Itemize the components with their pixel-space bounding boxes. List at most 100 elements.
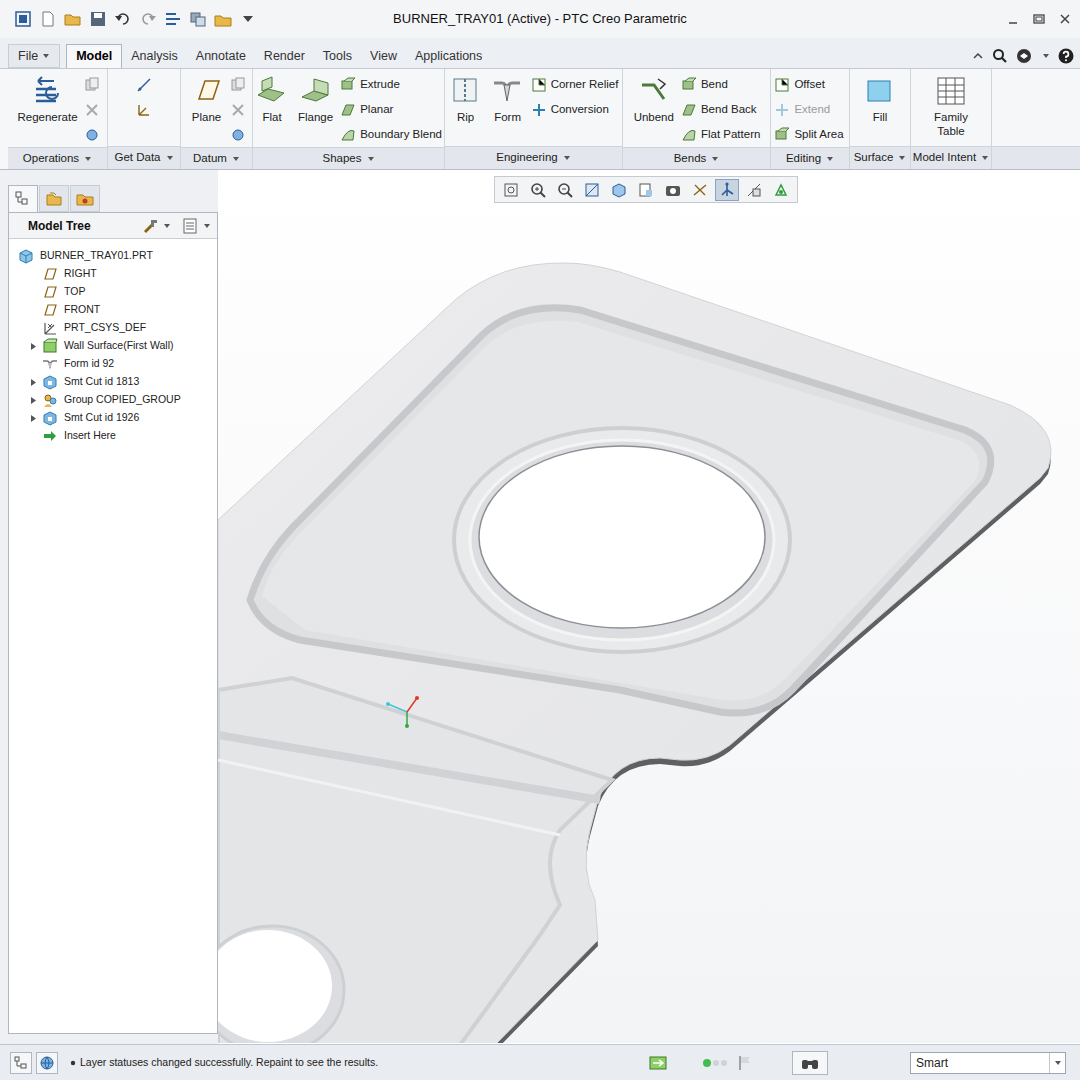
ribbon-group-label[interactable]: Get Data — [108, 146, 180, 169]
ribbon-small-button[interactable]: Flat Pattern — [681, 123, 762, 147]
ribbon-tab[interactable]: Analysis — [122, 44, 187, 68]
ribbon-tab[interactable]: View — [361, 44, 406, 68]
tree-settings-icon[interactable] — [142, 217, 160, 235]
ribbon-tab[interactable]: Render — [255, 44, 314, 68]
quick-access-icon[interactable] — [39, 10, 57, 28]
help-icon[interactable] — [1058, 48, 1074, 64]
ribbon-button[interactable]: Flat — [253, 73, 291, 124]
tree-item[interactable]: Wall Surface(First Wall) — [18, 337, 217, 355]
browser-toggle[interactable] — [36, 1052, 58, 1074]
view-toolbar-button[interactable] — [607, 179, 631, 201]
ribbon-small-button[interactable]: Bend — [681, 73, 762, 97]
graphics-window[interactable] — [218, 170, 1080, 1044]
view-toolbar-button[interactable] — [715, 179, 739, 201]
quick-access-icon[interactable] — [164, 10, 182, 28]
tree-item[interactable]: Group COPIED_GROUP — [18, 391, 217, 409]
tree-item[interactable]: TOP — [18, 283, 217, 301]
navigator-tab[interactable] — [70, 185, 100, 212]
ribbon-button[interactable]: Form — [489, 73, 527, 124]
ribbon-icon-button[interactable] — [230, 123, 246, 147]
selection-filter[interactable]: Smart — [910, 1052, 1066, 1074]
tree-item[interactable]: Form id 92 — [18, 355, 217, 373]
ribbon-small-button[interactable]: Offset — [774, 73, 845, 97]
tree-item[interactable]: RIGHT — [18, 265, 217, 283]
ribbon-button[interactable]: Regenerate — [16, 73, 80, 124]
ribbon-button[interactable]: Fill — [861, 73, 899, 124]
view-toolbar-button[interactable] — [526, 179, 550, 201]
quick-access-icon[interactable] — [214, 10, 232, 28]
ribbon-group-label[interactable]: Datum — [181, 147, 252, 169]
sheetmetal-model[interactable] — [218, 170, 1080, 1044]
ribbon-button[interactable]: Family Table — [919, 73, 983, 138]
ribbon-icon-button[interactable] — [84, 73, 100, 97]
quick-access-icon[interactable] — [239, 10, 257, 28]
ribbon-group-label[interactable]: Editing — [771, 147, 849, 169]
close-icon[interactable] — [1058, 12, 1072, 26]
view-toolbar-button[interactable] — [580, 179, 604, 201]
ribbon-button[interactable]: Plane — [188, 73, 226, 124]
expand-toggle[interactable] — [28, 341, 38, 351]
view-toolbar-button[interactable] — [769, 179, 793, 201]
dropdown-arrow-icon[interactable] — [203, 222, 211, 230]
tree-filter-icon[interactable] — [181, 217, 199, 235]
tree-item[interactable]: Insert Here — [18, 427, 217, 445]
ribbon-tab[interactable]: Annotate — [187, 44, 255, 68]
tree-item[interactable]: PRT_CSYS_DEF — [18, 319, 217, 337]
ribbon-icon-button[interactable] — [230, 73, 246, 97]
collapse-ribbon-icon[interactable] — [972, 50, 984, 62]
dropdown-arrow-icon[interactable] — [1042, 52, 1050, 60]
tree-item[interactable]: FRONT — [18, 301, 217, 319]
view-toolbar-button[interactable] — [742, 179, 766, 201]
ribbon-tab[interactable]: Applications — [406, 44, 491, 68]
flag-icon[interactable] — [738, 1055, 752, 1071]
ribbon-group-label[interactable]: Surface — [850, 146, 910, 169]
view-toolbar-button[interactable] — [688, 179, 712, 201]
ribbon-icon-button[interactable] — [84, 123, 100, 147]
ribbon-small-button[interactable]: Corner Relief — [531, 73, 621, 97]
tree-item[interactable]: BURNER_TRAY01.PRT — [18, 247, 217, 265]
regenerate-status-icon[interactable] — [648, 1054, 668, 1072]
navigator-tab[interactable] — [8, 185, 38, 212]
dropdown-button[interactable] — [1049, 1053, 1065, 1073]
quick-access-icon[interactable] — [89, 10, 107, 28]
expand-toggle[interactable] — [28, 413, 38, 423]
ribbon-button[interactable]: Unbend — [631, 73, 677, 124]
navigator-tab[interactable] — [39, 185, 69, 212]
find-button[interactable] — [792, 1051, 828, 1075]
ribbon-icon-button[interactable] — [136, 73, 152, 97]
ribbon-button[interactable]: Rip — [447, 73, 485, 124]
ribbon-group-label[interactable]: Shapes — [253, 147, 444, 169]
quick-access-icon[interactable] — [114, 10, 132, 28]
ribbon-icon-button[interactable] — [136, 98, 152, 122]
expand-toggle[interactable] — [28, 377, 38, 387]
ribbon-icon-button[interactable] — [84, 98, 100, 122]
maximize-icon[interactable] — [1032, 12, 1046, 26]
view-toolbar-button[interactable] — [553, 179, 577, 201]
quick-access-icon[interactable] — [14, 10, 32, 28]
quick-access-icon[interactable] — [64, 10, 82, 28]
ribbon-group-label[interactable]: Operations — [8, 147, 107, 169]
view-toolbar-button[interactable] — [661, 179, 685, 201]
view-toolbar-button[interactable] — [634, 179, 658, 201]
ribbon-small-button[interactable]: Bend Back — [681, 98, 762, 122]
navigator-toggle[interactable] — [10, 1052, 32, 1074]
ribbon-button[interactable]: Flange — [295, 73, 336, 124]
minimize-icon[interactable] — [1006, 12, 1020, 26]
ribbon-small-button[interactable]: Planar — [340, 98, 444, 122]
ribbon-small-button[interactable]: Split Area — [774, 123, 845, 147]
ribbon-icon-button[interactable] — [230, 98, 246, 122]
expand-toggle[interactable] — [28, 395, 38, 405]
ribbon-tab[interactable]: Model — [66, 44, 122, 68]
ribbon-small-button[interactable]: Boundary Blend — [340, 123, 444, 147]
search-icon[interactable] — [992, 48, 1008, 64]
ribbon-group-label[interactable]: Model Intent — [911, 146, 991, 169]
ribbon-group-label[interactable]: Engineering — [445, 146, 622, 169]
ribbon-small-button[interactable]: Extrude — [340, 73, 444, 97]
ribbon-tab[interactable]: Tools — [314, 44, 361, 68]
tree-item[interactable]: Smt Cut id 1813 — [18, 373, 217, 391]
file-menu[interactable]: File — [8, 44, 60, 68]
ribbon-group-label[interactable]: Bends — [623, 147, 770, 169]
dropdown-arrow-icon[interactable] — [163, 222, 171, 230]
learning-icon[interactable] — [1016, 48, 1034, 64]
ribbon-small-button[interactable]: Conversion — [531, 98, 621, 122]
